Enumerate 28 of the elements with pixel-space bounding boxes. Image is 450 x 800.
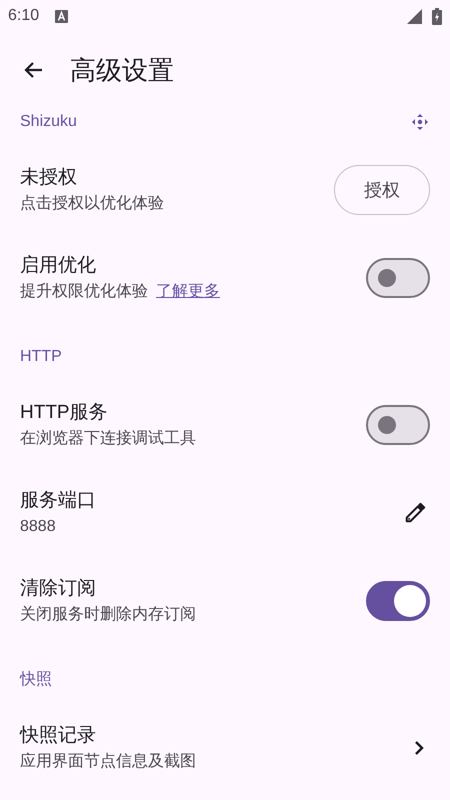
- section-title: HTTP: [20, 347, 63, 367]
- setting-title: 未授权: [20, 166, 78, 190]
- section-title: 快照: [20, 670, 53, 690]
- edit-icon[interactable]: [404, 502, 426, 524]
- toggle-switch[interactable]: [366, 405, 430, 445]
- setting-description: 应用界面节点信息及截图: [20, 752, 197, 772]
- authorize-button[interactable]: 授权: [334, 165, 430, 215]
- toggle-switch[interactable]: [366, 581, 430, 621]
- move-icon[interactable]: [412, 114, 428, 130]
- setting-title: 启用优化: [20, 254, 97, 278]
- setting-title: 清除订阅: [20, 577, 97, 601]
- setting-description: 在浏览器下连接调试工具: [20, 429, 197, 449]
- setting-description: 提升权限优化体验: [20, 282, 148, 302]
- setting-description: 关闭服务时删除内存订阅: [20, 605, 197, 625]
- setting-title: HTTP服务: [20, 401, 109, 425]
- learn-more-link[interactable]: 了解更多: [156, 282, 220, 302]
- section-title: Shizuku: [20, 112, 78, 132]
- chevron-right-icon[interactable]: [414, 740, 424, 756]
- setting-title: 快照记录: [20, 724, 97, 748]
- notification-icon: [55, 10, 68, 22]
- toggle-switch[interactable]: [366, 258, 430, 298]
- page-title: 高级设置: [70, 54, 174, 86]
- battery-icon: [432, 8, 442, 24]
- setting-title: 服务端口: [20, 489, 97, 513]
- signal-icon: [407, 8, 422, 24]
- status-time: 6:10: [8, 6, 40, 26]
- setting-description: 点击授权以优化体验: [20, 194, 165, 214]
- setting-description: 8888: [20, 517, 57, 537]
